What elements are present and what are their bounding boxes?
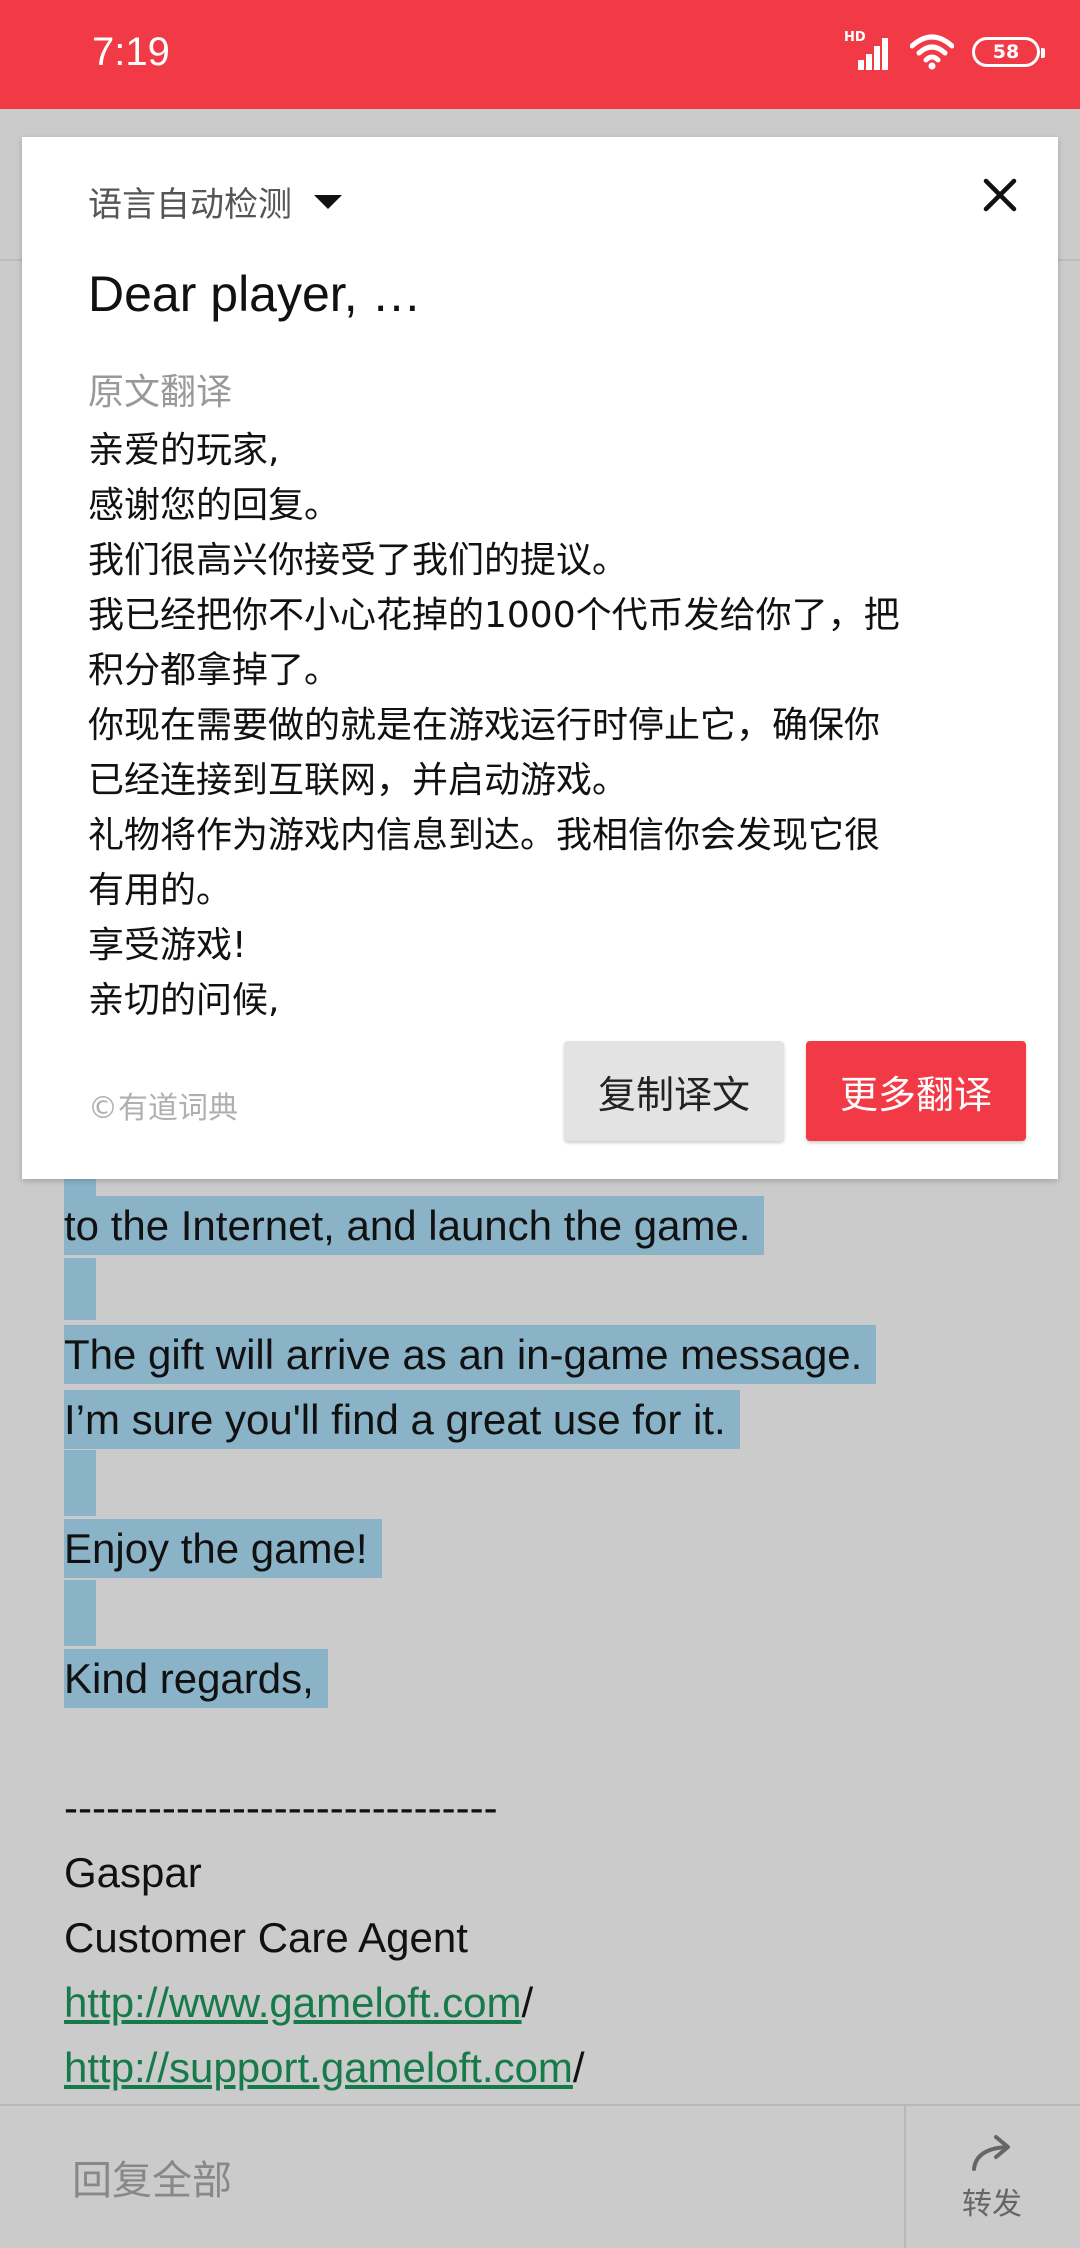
language-label: 语言自动检测 xyxy=(88,185,292,225)
status-time: 7:19 xyxy=(92,30,170,74)
close-icon[interactable] xyxy=(978,173,1022,217)
forward-label: 转发 xyxy=(962,2187,1022,2222)
translation-line: 礼物将作为游戏内信息到达。我相信你会发现它很 xyxy=(88,815,881,856)
dictionary-credit: ©有道词典 xyxy=(88,1091,238,1126)
status-bar: 7:19 HD 58 xyxy=(0,0,1080,109)
gameloft-link[interactable]: http://www.gameloft.com xyxy=(64,1979,522,2026)
email-line[interactable]: The gift will arrive as an in-game messa… xyxy=(64,1325,877,1384)
bottom-bar: 回复全部 转发 xyxy=(0,2104,1080,2248)
translation-dialog: 语言自动检测 Dear player, … 原文翻译 亲爱的玩家, 感谢您的回复… xyxy=(22,137,1058,1179)
translation-line: 你现在需要做的就是在游戏运行时停止它，确保你 xyxy=(88,705,881,746)
translation-line: 有用的。 xyxy=(88,870,233,911)
email-line[interactable]: to the Internet, and launch the game. xyxy=(64,1196,765,1255)
support-link[interactable]: http://support.gameloft.com xyxy=(64,2044,573,2091)
dropdown-triangle-icon xyxy=(314,194,342,209)
translation-text: 亲爱的玩家, 感谢您的回复。 我们很高兴你接受了我们的提议。 我已经把你不小心花… xyxy=(88,423,1018,1028)
reply-all-button[interactable]: 回复全部 xyxy=(72,2148,232,2206)
signature-title: Customer Care Agent xyxy=(64,1914,468,1961)
source-text: Dear player, … xyxy=(88,266,422,322)
signal-icon: HD xyxy=(844,30,892,70)
language-selector[interactable]: 语言自动检测 xyxy=(88,177,342,226)
selection-highlight xyxy=(64,1258,96,1320)
translation-line: 已经连接到互联网，并启动游戏。 xyxy=(88,760,629,801)
translation-line: 感谢您的回复。 xyxy=(88,485,341,526)
forward-icon xyxy=(972,2135,1010,2171)
battery-level: 58 xyxy=(992,41,1020,63)
copy-translation-button[interactable]: 复制译文 xyxy=(564,1041,784,1141)
wifi-icon xyxy=(910,34,954,70)
translation-line: 我们很高兴你接受了我们的提议。 xyxy=(88,540,629,581)
status-icons: HD 58 xyxy=(844,30,1045,70)
signature-separator: ------------------------------- xyxy=(64,1784,498,1831)
email-line[interactable]: Kind regards, xyxy=(64,1649,328,1708)
section-label: 原文翻译 xyxy=(88,372,233,413)
more-translation-button[interactable]: 更多翻译 xyxy=(806,1041,1026,1141)
forward-button[interactable]: 转发 xyxy=(904,2106,1080,2248)
selection-highlight xyxy=(64,1178,96,1198)
translation-line: 我已经把你不小心花掉的1000个代币发给你了，把 xyxy=(88,595,900,636)
selection-highlight xyxy=(64,1580,96,1646)
link-row: http://support.gameloft.com/ xyxy=(64,2044,585,2091)
signature-name: Gaspar xyxy=(64,1849,202,1896)
translation-line: 亲爱的玩家, xyxy=(88,430,280,471)
email-line[interactable]: Enjoy the game! xyxy=(64,1519,382,1578)
translation-line: 享受游戏! xyxy=(88,925,247,966)
translation-line: 亲切的问候, xyxy=(88,980,280,1021)
selection-highlight xyxy=(64,1450,96,1516)
email-line[interactable]: I’m sure you'll find a great use for it. xyxy=(64,1390,740,1449)
battery-icon: 58 xyxy=(972,37,1045,67)
link-row: http://www.gameloft.com/ xyxy=(64,1979,534,2026)
translation-line: 积分都拿掉了。 xyxy=(88,650,341,691)
hd-label: HD xyxy=(844,30,866,45)
